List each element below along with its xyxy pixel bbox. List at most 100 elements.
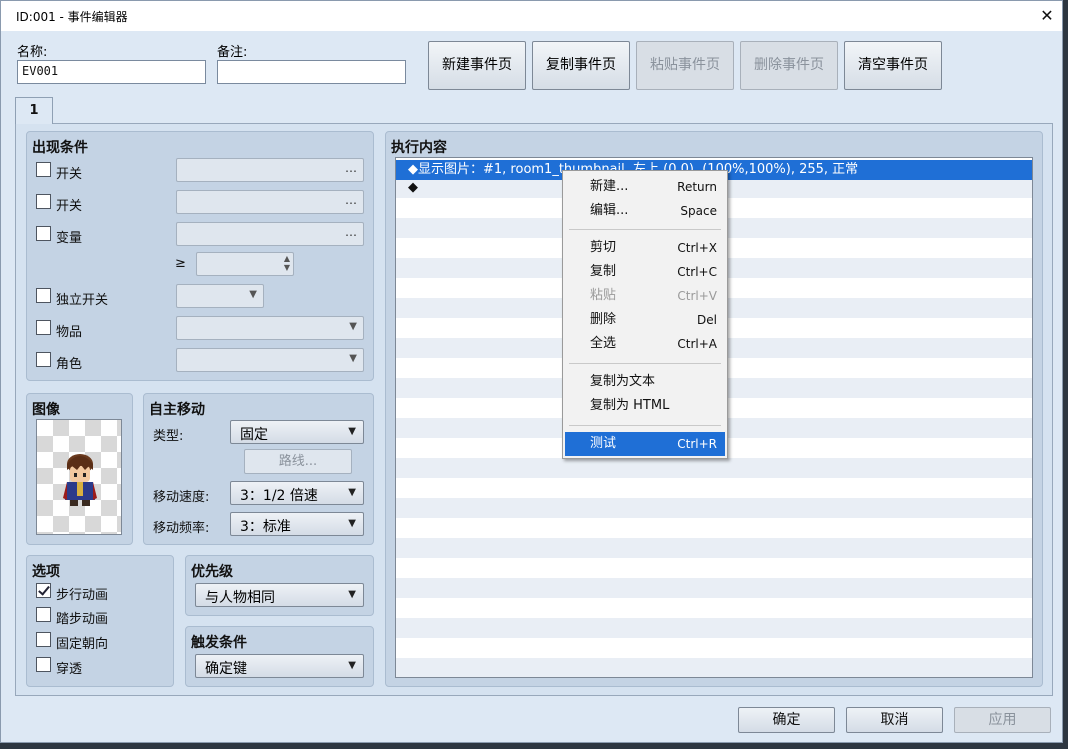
movement-type-value: 固定	[240, 427, 268, 443]
menu-item-test[interactable]: 测试 Ctrl+R	[565, 432, 725, 456]
menu-item-select-all-label: 全选	[590, 336, 617, 351]
actor-select[interactable]: ▼	[176, 348, 364, 372]
item-label: 物品	[56, 325, 83, 340]
self-switch-label: 独立开关	[56, 293, 109, 308]
menu-item-cut-label: 剪切	[590, 240, 617, 255]
self-switch-checkbox[interactable]	[36, 288, 51, 303]
ellipsis-icon: …	[345, 161, 357, 175]
close-icon[interactable]: ✕	[1032, 1, 1062, 31]
gte-label: ≥	[175, 256, 186, 271]
menu-item-edit-label: 编辑...	[590, 203, 629, 218]
menu-item-cut[interactable]: 剪切 Ctrl+X	[565, 236, 725, 260]
window-title: ID:001 - 事件编辑器	[16, 10, 128, 24]
ok-button[interactable]: 确定	[738, 707, 835, 733]
paste-page-button[interactable]: 粘贴事件页	[636, 41, 734, 90]
trigger-value: 确定键	[205, 661, 247, 677]
variable-checkbox[interactable]	[36, 226, 51, 241]
character-sprite-icon	[63, 454, 97, 506]
stepping-anim-checkbox[interactable]	[36, 607, 51, 622]
switch2-checkbox[interactable]	[36, 194, 51, 209]
trigger-title: 触发条件	[191, 635, 247, 651]
menu-item-select-all-shortcut: Ctrl+A	[677, 337, 717, 351]
menu-item-copy-as-html[interactable]: 复制为 HTML	[565, 394, 725, 418]
priority-value: 与人物相同	[205, 590, 275, 606]
priority-title: 优先级	[191, 564, 233, 580]
menu-item-test-shortcut: Ctrl+R	[677, 437, 717, 451]
switch1-select[interactable]: …	[176, 158, 364, 182]
name-label: 名称:	[17, 45, 48, 60]
chevron-down-icon: ▼	[249, 289, 257, 300]
stepping-anim-label: 踏步动画	[56, 612, 109, 627]
new-page-button[interactable]: 新建事件页	[428, 41, 526, 90]
clear-page-button[interactable]: 清空事件页	[844, 41, 942, 90]
spinner-arrows-icon[interactable]: ▲ ▼	[284, 254, 290, 272]
actor-checkbox[interactable]	[36, 352, 51, 367]
switch1-checkbox[interactable]	[36, 162, 51, 177]
desktop-background-right	[1063, 0, 1068, 749]
priority-select[interactable]: 与人物相同 ▼	[195, 583, 364, 607]
variable-label: 变量	[56, 231, 83, 246]
route-button[interactable]: 路线...	[244, 449, 352, 474]
menu-item-test-label: 测试	[590, 436, 617, 451]
menu-item-copy[interactable]: 复制 Ctrl+C	[565, 260, 725, 284]
through-checkbox[interactable]	[36, 657, 51, 672]
switch2-label: 开关	[56, 199, 83, 214]
menu-item-delete[interactable]: 删除 Del	[565, 308, 725, 332]
movement-type-select[interactable]: 固定 ▼	[230, 420, 364, 444]
direction-fix-label: 固定朝向	[56, 637, 109, 652]
menu-item-paste[interactable]: 粘贴 Ctrl+V	[565, 284, 725, 308]
menu-item-new-label: 新建...	[590, 179, 629, 194]
menu-item-copy-as-html-label: 复制为 HTML	[590, 398, 670, 413]
note-input[interactable]	[217, 60, 406, 84]
menu-separator	[569, 229, 721, 230]
menu-item-new-shortcut: Return	[677, 180, 717, 194]
movement-freq-label: 移动频率:	[153, 521, 210, 536]
name-input[interactable]: EV001	[17, 60, 206, 84]
chevron-down-icon: ▼	[348, 426, 356, 437]
menu-item-select-all[interactable]: 全选 Ctrl+A	[565, 332, 725, 356]
walking-anim-label: 步行动画	[56, 588, 109, 603]
menu-separator	[569, 425, 721, 426]
walking-anim-checkbox[interactable]	[36, 583, 51, 598]
menu-item-copy-as-text[interactable]: 复制为文本	[565, 370, 725, 394]
variable-select[interactable]: …	[176, 222, 364, 246]
variable-value-spinner[interactable]: ▲ ▼	[196, 252, 294, 276]
conditions-title: 出现条件	[32, 140, 88, 156]
movement-title: 自主移动	[149, 402, 205, 418]
direction-fix-checkbox[interactable]	[36, 632, 51, 647]
trigger-select[interactable]: 确定键 ▼	[195, 654, 364, 678]
route-button-label: 路线...	[278, 454, 318, 469]
ellipsis-icon: …	[345, 193, 357, 207]
menu-item-copy-shortcut: Ctrl+C	[677, 265, 717, 279]
chevron-down-icon: ▼	[348, 487, 356, 498]
desktop-background	[0, 743, 1068, 749]
chevron-down-icon: ▼	[349, 321, 357, 332]
contents-title: 执行内容	[391, 140, 447, 156]
delete-page-button[interactable]: 删除事件页	[740, 41, 838, 90]
movement-freq-value: 3：标准	[240, 519, 291, 535]
copy-page-button[interactable]: 复制事件页	[532, 41, 630, 90]
self-switch-select[interactable]: ▼	[176, 284, 264, 308]
menu-item-delete-shortcut: Del	[697, 313, 717, 327]
tab-page-1[interactable]: 1	[15, 97, 53, 124]
cancel-button[interactable]: 取消	[846, 707, 943, 733]
context-menu: 新建... Return 编辑... Space 剪切 Ctrl+X 复制 Ctrl+C…	[562, 170, 728, 459]
actor-label: 角色	[56, 357, 83, 372]
switch2-select[interactable]: …	[176, 190, 364, 214]
menu-item-edit[interactable]: 编辑... Space	[565, 199, 725, 223]
menu-item-cut-shortcut: Ctrl+X	[677, 241, 717, 255]
note-label: 备注:	[217, 45, 248, 60]
menu-item-new[interactable]: 新建... Return	[565, 175, 725, 199]
movement-speed-label: 移动速度:	[153, 490, 210, 505]
item-checkbox[interactable]	[36, 320, 51, 335]
movement-speed-select[interactable]: 3：1/2 倍速 ▼	[230, 481, 364, 505]
item-select[interactable]: ▼	[176, 316, 364, 340]
apply-button[interactable]: 应用	[954, 707, 1051, 733]
movement-speed-value: 3：1/2 倍速	[240, 488, 318, 504]
ellipsis-icon: …	[345, 225, 357, 239]
menu-item-copy-as-text-label: 复制为文本	[590, 374, 656, 389]
movement-freq-select[interactable]: 3：标准 ▼	[230, 512, 364, 536]
through-label: 穿透	[56, 662, 83, 677]
menu-item-copy-label: 复制	[590, 264, 617, 279]
character-image[interactable]	[36, 419, 122, 535]
